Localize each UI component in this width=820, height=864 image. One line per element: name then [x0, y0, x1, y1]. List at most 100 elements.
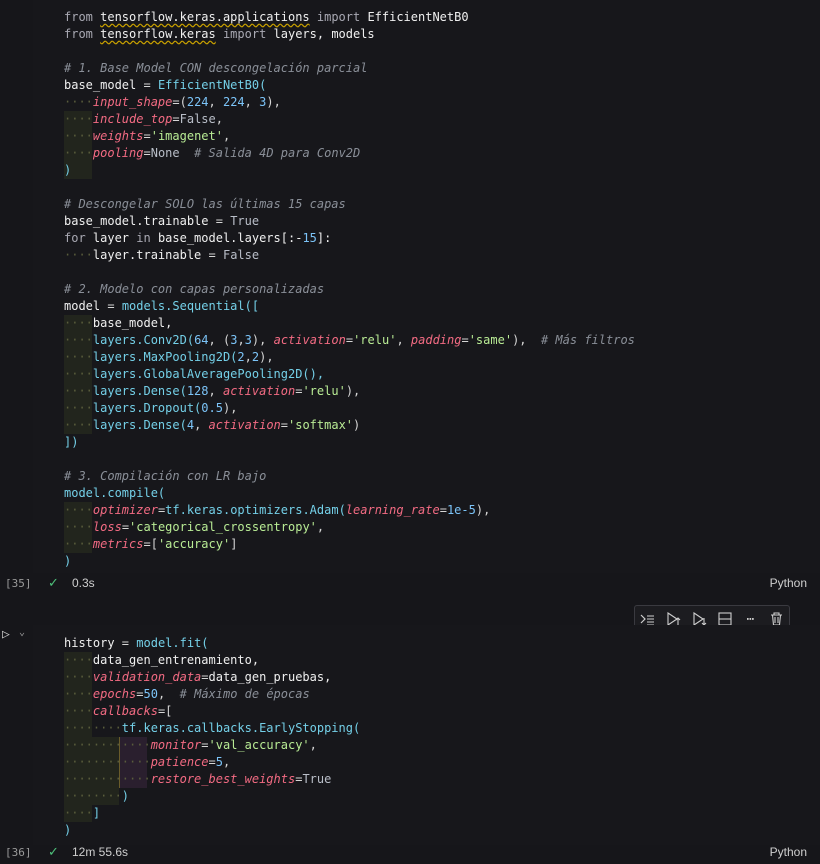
- code-line[interactable]: ····input_shape=(224, 224, 3),: [64, 94, 635, 111]
- code-line[interactable]: ····optimizer = tf.keras.optimizers.Adam(l…: [64, 502, 635, 519]
- code-line[interactable]: # 2. Modelo con capas personalizadas: [64, 281, 635, 298]
- code-block-2[interactable]: history = model.fit(····data_gen_entrena…: [64, 635, 360, 839]
- code-line[interactable]: ····weights='imagenet',: [64, 128, 635, 145]
- code-line[interactable]: ············patience=5,: [64, 754, 360, 771]
- code-token: =: [208, 214, 231, 228]
- code-line[interactable]: # 3. Compilación con LR bajo: [64, 468, 635, 485]
- code-token: 224: [222, 95, 245, 109]
- code-line[interactable]: ····data_gen_entrenamiento,: [64, 652, 360, 669]
- code-token: EfficientNetB0(: [157, 78, 267, 92]
- code-token: 'same': [468, 333, 513, 347]
- code-token: ,: [222, 755, 231, 769]
- code-line[interactable]: ]): [64, 434, 635, 451]
- code-line[interactable]: base_model = EfficientNetB0(: [64, 77, 635, 94]
- code-token: ),: [251, 333, 274, 347]
- run-cell-icon[interactable]: ▷: [2, 627, 10, 642]
- code-token: ····: [64, 806, 93, 820]
- code-token: 224: [186, 95, 209, 109]
- code-line[interactable]: for layer in base_model.layers[:-15]:: [64, 230, 635, 247]
- code-token: layer.trainable: [92, 248, 202, 262]
- code-line[interactable]: # 1. Base Model CON descongelación parci…: [64, 60, 635, 77]
- language-label[interactable]: Python: [770, 845, 807, 859]
- code-token: metrics: [92, 537, 144, 551]
- code-line[interactable]: ····base_model,: [64, 315, 635, 332]
- code-line[interactable]: ········): [64, 788, 360, 805]
- code-token: ····: [64, 367, 93, 381]
- code-token: activation: [222, 384, 296, 398]
- code-line[interactable]: ····layer.trainable = False: [64, 247, 635, 264]
- code-token: ),: [475, 503, 491, 517]
- code-token: ): [353, 418, 361, 432]
- cell-1-status-bar: [35] ✓ 0.3s Python: [0, 573, 820, 595]
- code-line[interactable]: ············restore_best_weights=True: [64, 771, 360, 788]
- language-label[interactable]: Python: [770, 576, 807, 590]
- code-line[interactable]: ····pooling=None # Salida 4D para Conv2D: [64, 145, 635, 162]
- code-token: base_model,: [92, 316, 173, 330]
- code-line[interactable]: from tensorflow.keras.applications impor…: [64, 9, 635, 26]
- code-line[interactable]: base_model.trainable = True: [64, 213, 635, 230]
- code-token: ): [64, 163, 72, 177]
- code-line[interactable]: model.compile(: [64, 485, 635, 502]
- code-line[interactable]: ············monitor='val_accuracy',: [64, 737, 360, 754]
- code-line[interactable]: ): [64, 553, 635, 570]
- code-line[interactable]: ····callbacks=[: [64, 703, 360, 720]
- code-token: ),: [512, 333, 541, 347]
- code-token: tf.keras.callbacks.EarlyStopping(: [121, 721, 361, 735]
- code-line[interactable]: ): [64, 162, 635, 179]
- code-line[interactable]: ····layers.GlobalAveragePooling2D(),: [64, 366, 635, 383]
- code-line[interactable]: ····layers.Conv2D(64, (3,3), activation=…: [64, 332, 635, 349]
- execution-count: [35]: [5, 577, 32, 590]
- code-token: =: [461, 333, 469, 347]
- code-token: ····: [64, 687, 93, 701]
- code-token: ····: [64, 401, 93, 415]
- code-line[interactable]: ): [64, 822, 360, 839]
- code-line[interactable]: ········tf.keras.callbacks.EarlyStopping…: [64, 720, 360, 737]
- code-line[interactable]: ····validation_data=data_gen_pruebas,: [64, 669, 360, 686]
- code-token: base_model.trainable: [64, 214, 209, 228]
- code-line[interactable]: ····layers.Dense(4, activation='softmax'…: [64, 417, 635, 434]
- code-token: callbacks: [92, 704, 158, 718]
- code-line[interactable]: ····layers.MaxPooling2D(2,2),: [64, 349, 635, 366]
- code-token: ····: [64, 95, 93, 109]
- code-token: =: [121, 520, 130, 534]
- code-line[interactable]: ····layers.Dense(128, activation='relu')…: [64, 383, 635, 400]
- code-token: include_top: [92, 112, 173, 126]
- code-token: layers.Dense(: [92, 418, 187, 432]
- code-token: from: [64, 27, 101, 41]
- code-token: base_model.layers[:-: [157, 231, 303, 245]
- code-line[interactable]: model = models.Sequential([: [64, 298, 635, 315]
- code-token: patience: [150, 755, 209, 769]
- code-token: 15: [302, 231, 317, 245]
- code-token: ····: [64, 316, 93, 330]
- code-line[interactable]: # Descongelar SOLO las últimas 15 capas: [64, 196, 635, 213]
- code-line[interactable]: [64, 264, 635, 281]
- code-line[interactable]: ····epochs=50, # Máximo de épocas: [64, 686, 360, 703]
- code-line[interactable]: ····include_top=False,: [64, 111, 635, 128]
- code-token: 'relu': [302, 384, 346, 398]
- code-token: ,: [244, 95, 260, 109]
- code-line[interactable]: ····]: [64, 805, 360, 822]
- code-token: import: [215, 27, 274, 41]
- code-token: =[: [143, 537, 158, 551]
- code-token: ····: [64, 248, 93, 262]
- code-token: ),: [345, 384, 361, 398]
- code-line[interactable]: ····layers.Dropout(0.5),: [64, 400, 635, 417]
- code-token: False: [179, 112, 216, 126]
- code-line[interactable]: [64, 43, 635, 60]
- code-token: model.fit(: [136, 636, 209, 650]
- code-line[interactable]: ····loss='categorical_crossentropy',: [64, 519, 635, 536]
- code-token: ········: [64, 789, 122, 803]
- code-block-1[interactable]: from tensorflow.keras.applications impor…: [64, 9, 635, 570]
- chevron-down-icon[interactable]: ⌄: [19, 627, 25, 638]
- code-line[interactable]: ····metrics=['accuracy']: [64, 536, 635, 553]
- code-line[interactable]: history = model.fit(: [64, 635, 360, 652]
- code-line[interactable]: [64, 451, 635, 468]
- code-token: ,: [222, 129, 231, 143]
- code-token: ,: [396, 333, 411, 347]
- code-line[interactable]: from tensorflow.keras import layers, mod…: [64, 26, 635, 43]
- code-line[interactable]: [64, 179, 635, 196]
- code-token: 'imagenet': [150, 129, 223, 143]
- execution-duration: 0.3s: [72, 576, 95, 590]
- code-token: 1e-5: [446, 503, 476, 517]
- code-token: ············: [64, 755, 151, 769]
